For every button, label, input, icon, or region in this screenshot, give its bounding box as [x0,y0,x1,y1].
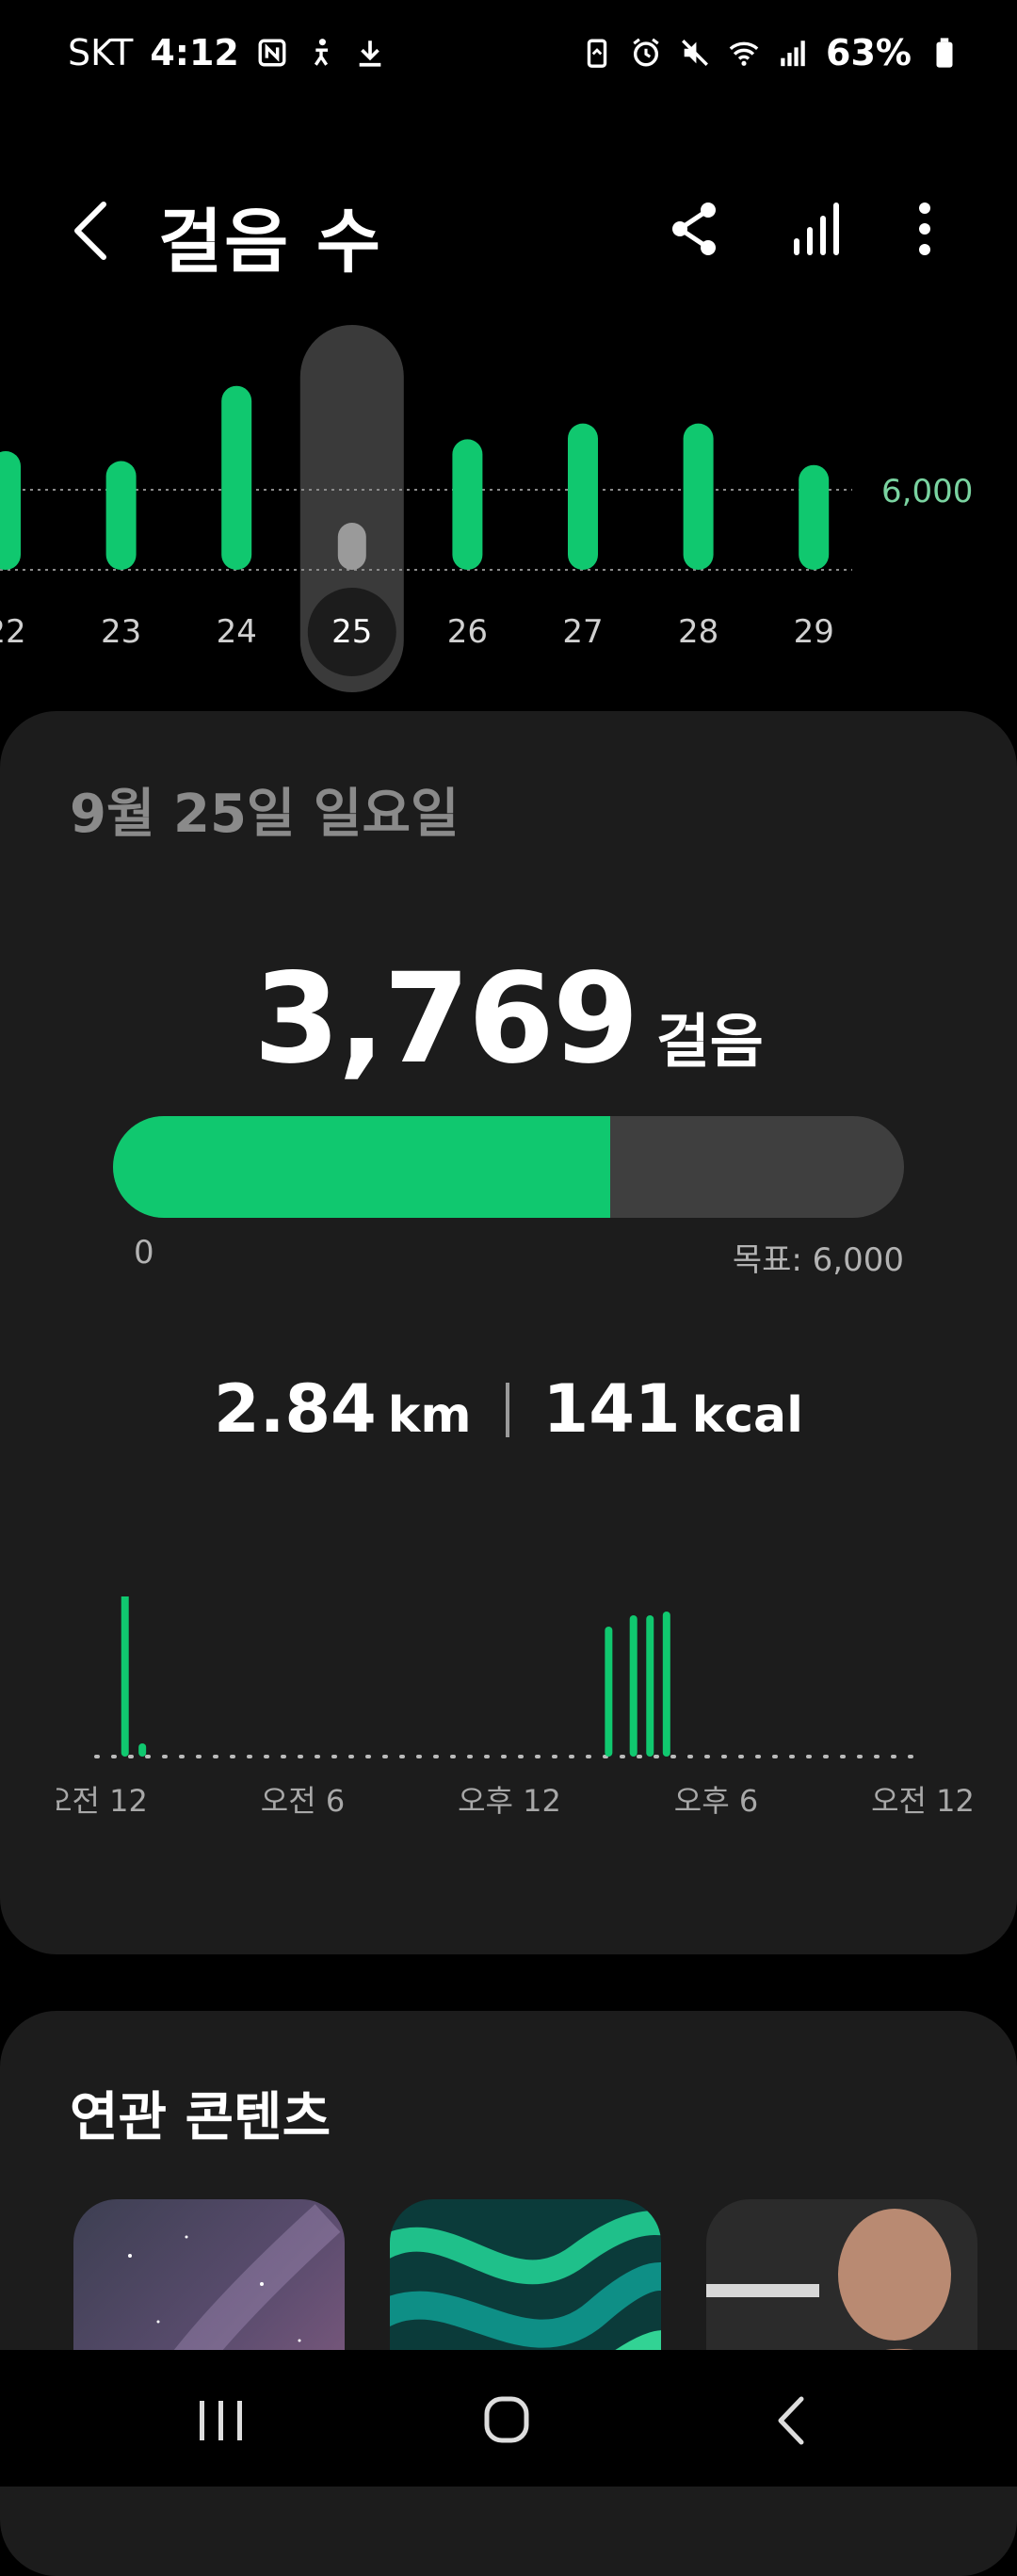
progress-goal-label: 목표: 6,000 [732,1241,904,1279]
recent-apps-button[interactable] [179,2388,264,2454]
battery-saver-icon [587,39,607,68]
carrier-label: SKT [68,32,134,73]
hourly-axis-label: 오전 12 [56,1783,148,1819]
back-nav-button[interactable] [751,2388,835,2454]
steps-unit: 걸음 [655,1007,764,1076]
week-step-chart[interactable]: 6,000 22 23 24 25 26 27 28 29 [0,320,1017,697]
mute-icon [682,40,708,66]
hourly-axis-label: 오후 12 [458,1783,561,1819]
steps-value: 3,769 [253,947,639,1092]
hourly-bar [138,1743,147,1757]
day-bar-28 [683,423,714,570]
more-icon[interactable] [887,191,962,267]
goal-progress-bar [113,1116,904,1218]
distance-value: 2.84 [214,1370,377,1448]
metrics-row: 2.84 km 141 kcal [0,1370,1017,1448]
distance-unit: km [387,1387,472,1444]
day-label-22: 22 [0,613,26,651]
calories-value: 141 [542,1370,681,1448]
hourly-bar [121,1596,129,1757]
system-nav-bar [0,2350,1017,2487]
battery-icon [936,38,953,68]
day-bar-26 [452,439,483,570]
day-bar-23 [105,461,137,570]
status-time: 4:12 [150,32,239,73]
day-label-25: 25 [331,613,372,651]
selected-day-bar [337,523,366,570]
day-bar-27 [568,423,598,570]
day-summary-card: 9월 25일 일요일 3,769 걸음 0 목표: 6,000 2.84 km 141… [0,711,1017,1954]
hourly-steps-chart: 오전 12 오전 6 오후 12 오후 6 오전 12 [56,1596,975,1819]
back-icon[interactable] [56,193,122,268]
share-icon[interactable] [657,191,733,267]
page-title: 걸음 수 [158,202,383,283]
related-content-title: 연관 콘텐츠 [70,2087,331,2148]
day-label-23: 23 [101,613,141,651]
date-title: 9월 25일 일요일 [70,784,460,845]
status-bar: SKT 4:12 63% [0,0,1017,113]
hourly-bar [629,1615,638,1757]
calories-unit: kcal [691,1387,803,1444]
day-bar-29 [799,464,830,570]
day-label-27: 27 [562,613,603,651]
related-content-card: 연관 콘텐츠 [0,2011,1017,2576]
day-label-29: 29 [794,613,834,651]
home-button[interactable] [464,2388,549,2454]
download-icon [359,41,381,67]
metric-divider [505,1383,509,1437]
hourly-axis-label: 오전 6 [261,1783,345,1819]
week-chart-svg: 6,000 22 23 24 25 26 27 28 29 [0,325,973,692]
goal-value-label: 6,000 [881,473,973,510]
day-label-24: 24 [217,613,257,651]
day-label-28: 28 [678,613,718,651]
accessibility-icon [314,39,328,66]
signal-icon [781,41,805,67]
day-bar-22 [0,451,21,570]
steps-total: 3,769 걸음 [0,947,1017,1092]
hourly-axis-label: 오후 6 [674,1783,758,1819]
day-bar-24 [221,385,252,570]
progress-fill [113,1116,610,1218]
day-label-26: 26 [447,613,488,651]
hourly-axis-label: 오전 12 [871,1783,975,1819]
alarm-icon [633,38,659,67]
battery-percent: 63% [826,32,912,73]
hourly-bar [662,1612,670,1757]
nfc-icon [258,39,286,67]
hourly-bar [646,1615,654,1757]
wifi-icon [729,41,759,66]
hourly-bar [605,1627,613,1757]
chart-icon[interactable] [778,191,853,267]
app-bar: 걸음 수 [0,165,1017,287]
progress-min-label: 0 [134,1234,154,1272]
